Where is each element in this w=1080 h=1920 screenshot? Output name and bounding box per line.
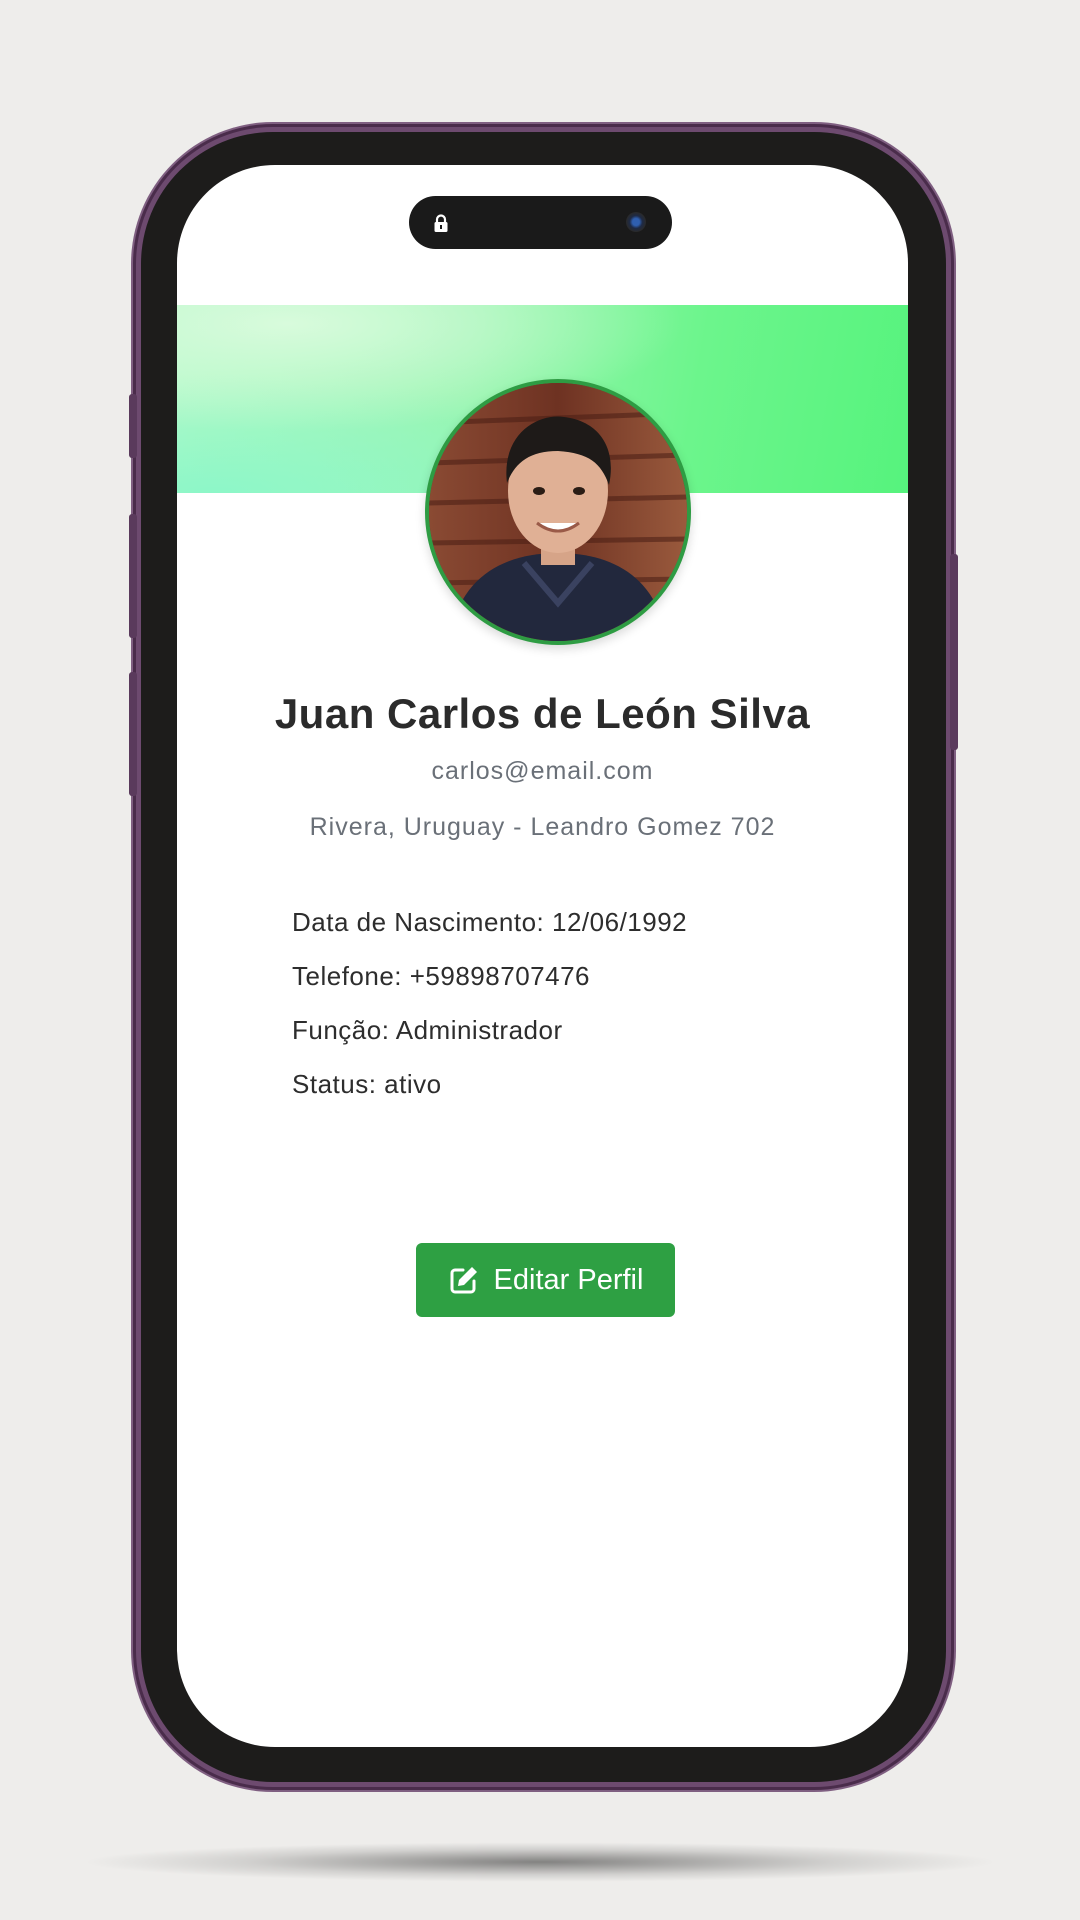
profile-address: Rivera, Uruguay - Leandro Gomez 702 <box>309 813 776 841</box>
pencil-square-icon <box>450 1267 477 1294</box>
phone-shadow <box>80 1842 1000 1882</box>
status: Status: ativo <box>292 1069 442 1099</box>
avatar <box>425 379 691 645</box>
role: Função: Administrador <box>292 1015 563 1045</box>
phone-number: Telefone: +59898707476 <box>292 961 590 991</box>
mute-switch <box>129 394 137 458</box>
profile-details: Data de Nascimento: 12/06/1992 Telefone:… <box>292 905 687 1121</box>
profile-email: carlos@email.com <box>431 757 654 785</box>
edit-profile-button[interactable]: Editar Perfil <box>416 1243 675 1317</box>
volume-up-button <box>129 514 137 638</box>
profile-name: Juan Carlos de León Silva <box>274 690 811 737</box>
volume-down-button <box>129 672 137 796</box>
lock-icon <box>434 214 448 232</box>
camera-icon <box>626 212 646 232</box>
birth-date: Data de Nascimento: 12/06/1992 <box>292 907 688 937</box>
stage: Juan Carlos de León Silva carlos@email.c… <box>0 0 1080 1920</box>
dynamic-island <box>409 196 672 249</box>
phone-frame: Juan Carlos de León Silva carlos@email.c… <box>129 132 958 1782</box>
power-button <box>950 554 958 750</box>
edit-profile-label: Editar Perfil <box>493 1263 644 1296</box>
avatar-photo <box>429 383 687 641</box>
phone-screen: Juan Carlos de León Silva carlos@email.c… <box>177 165 908 1747</box>
